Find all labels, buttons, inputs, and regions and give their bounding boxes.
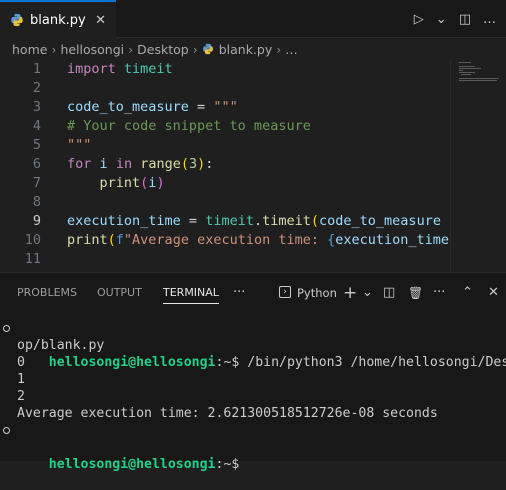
code-line: """ (67, 137, 92, 153)
line-number: 7 (32, 175, 41, 191)
code-line: execution_time = timeit.timeit(code_to_m… (67, 213, 441, 229)
minimap-line (461, 74, 471, 75)
terminal-output-line: Average execution time: 2.62130051851272… (17, 406, 438, 421)
terminal[interactable]: hellosongi@hellosongi:~$ /bin/python3 /h… (0, 312, 506, 472)
minimap-line (459, 80, 497, 81)
panel-more-icon[interactable]: ··· (233, 273, 245, 313)
python-file-icon (202, 43, 213, 55)
code-line: # Your code snippet to measure (67, 118, 311, 134)
tab-title: blank.py (30, 12, 86, 28)
chevron-right-icon: › (192, 41, 198, 57)
tab-problems[interactable]: PROBLEMS (17, 273, 77, 313)
minimap[interactable] (450, 60, 506, 272)
line-number: 8 (32, 194, 41, 210)
tab-terminal[interactable]: TERMINAL (163, 273, 219, 304)
breadcrumb-hellosongi[interactable]: hellosongi (60, 42, 124, 57)
code-lines[interactable]: import timeit code_to_measure = """ # You… (67, 60, 450, 269)
panel-more-actions-icon[interactable]: ··· (433, 273, 445, 313)
more-actions-icon[interactable]: … (483, 12, 496, 27)
code-editor[interactable]: 1 2 3 4 5 6 7 8 9 10 11 import timeit co… (0, 60, 506, 272)
new-terminal-menu-chevron-icon[interactable]: ⌄ (362, 273, 373, 313)
line-number-gutter: 1 2 3 4 5 6 7 8 9 10 11 (0, 60, 50, 269)
split-terminal-icon[interactable]: ◫ (383, 273, 395, 313)
tab-close-icon[interactable]: ✕ (95, 13, 106, 28)
line-number: 1 (32, 61, 41, 77)
code-line: code_to_measure = """ (67, 99, 238, 115)
line-number: 5 (32, 137, 41, 153)
terminal-output-line: 1 (17, 372, 25, 387)
minimap-line (459, 68, 481, 69)
run-icon[interactable]: ▷ (414, 12, 424, 27)
panel-header: PROBLEMS OUTPUT TERMINAL ··· › Python + … (0, 272, 506, 312)
code-line: print(i) (99, 175, 165, 191)
python-file-icon (11, 13, 23, 27)
tab-blank-py[interactable]: blank.py ✕ (0, 0, 116, 38)
tab-output[interactable]: OUTPUT (97, 273, 142, 313)
breadcrumb: home › hellosongi › Desktop › blank.py ›… (0, 38, 506, 60)
line-number-active: 9 (32, 213, 41, 229)
split-editor-icon[interactable]: ◫ (459, 12, 471, 27)
terminal-output-line: 2 (17, 389, 25, 404)
breadcrumb-file[interactable]: blank.py (219, 42, 273, 57)
terminal-command-line: hellosongi@hellosongi:~$ /bin/python3 /h… (3, 320, 506, 370)
minimap-line (459, 66, 475, 67)
terminal-shell-label[interactable]: Python (297, 273, 337, 313)
breadcrumb-home[interactable]: home (12, 42, 47, 57)
chevron-right-icon: › (128, 41, 134, 57)
terminal-path: :~$ (215, 457, 240, 472)
minimap-line (459, 72, 475, 73)
code-line: for i in range(3): (67, 156, 214, 172)
terminal-prompt: hellosongi@hellosongi (48, 457, 216, 472)
chevron-right-icon: › (51, 41, 57, 57)
terminal-shell-icon: › (279, 286, 291, 298)
breadcrumb-symbols[interactable]: … (285, 42, 298, 57)
editor-actions: ▷ ⌄ ◫ … (414, 0, 506, 38)
trash-icon[interactable]: 🗑 (408, 273, 423, 313)
line-number: 11 (24, 251, 41, 267)
command-decoration-icon (3, 427, 10, 434)
line-number: 4 (32, 118, 41, 134)
close-panel-icon[interactable]: ✕ (488, 273, 499, 313)
line-number: 10 (24, 232, 41, 248)
minimap-line (459, 62, 471, 63)
terminal-prompt-line: hellosongi@hellosongi:~$ (3, 422, 506, 472)
editor-tab-bar: blank.py ✕ ▷ ⌄ ◫ … (0, 0, 506, 38)
chevron-right-icon: › (276, 41, 282, 57)
line-number: 3 (32, 99, 41, 115)
line-number: 6 (32, 156, 41, 172)
minimap-line (459, 78, 499, 79)
maximize-panel-icon[interactable]: ⌃ (462, 273, 473, 313)
terminal-command-wrap: op/blank.py (17, 338, 105, 353)
run-menu-chevron-icon[interactable]: ⌄ (436, 12, 447, 27)
line-number: 2 (32, 80, 41, 96)
code-line: import timeit (67, 61, 173, 77)
new-terminal-icon[interactable]: + (343, 273, 357, 313)
terminal-output-line: 0 (17, 355, 25, 370)
code-line: print(f"Average execution time: {executi… (67, 232, 450, 248)
breadcrumb-desktop[interactable]: Desktop (137, 42, 189, 57)
command-decoration-icon (3, 325, 10, 332)
minimap-line (459, 70, 463, 71)
